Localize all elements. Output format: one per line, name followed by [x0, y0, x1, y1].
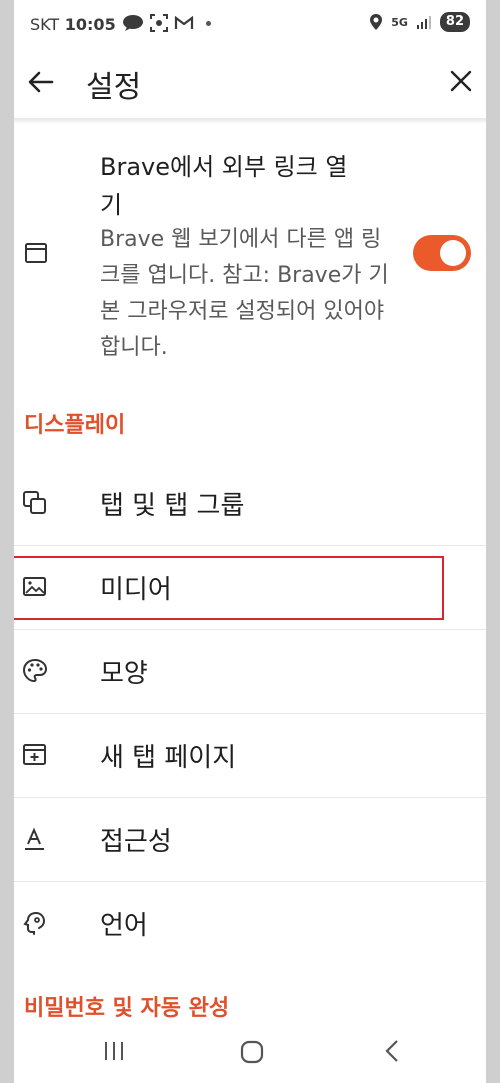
- app-bar-shadow: [14, 118, 486, 124]
- settings-item-accessibility[interactable]: 접근성: [14, 798, 486, 882]
- status-bar: SKT 10:05 5G 82: [14, 0, 486, 52]
- clock: 10:05: [64, 15, 116, 34]
- screenshot-icon: [150, 14, 168, 32]
- settings-screen: SKT 10:05 5G 82 설정 Brave에서 외부 링크 열기 Brav…: [14, 0, 486, 1083]
- more-notifications-dot: [206, 20, 211, 26]
- page-title: 설정: [86, 70, 142, 105]
- close-icon[interactable]: [446, 66, 476, 96]
- preference-summary: Brave 웹 보기에서 다른 앱 링크를 엽니다. 참고: Brave가 기본…: [100, 227, 389, 360]
- settings-item-languages[interactable]: 언어: [14, 882, 486, 966]
- media-item-highlight: [14, 556, 444, 620]
- settings-item-new-tab-page[interactable]: 새 탭 페이지: [14, 714, 486, 798]
- settings-item-label: 언어: [100, 911, 148, 941]
- app-bar: 설정: [14, 52, 486, 114]
- home-icon[interactable]: [240, 1040, 264, 1064]
- settings-item-label: 새 탭 페이지: [100, 743, 237, 773]
- signal-icon: [416, 16, 431, 29]
- chat-bubble-icon: [123, 15, 143, 31]
- carrier-label: SKT: [30, 15, 60, 34]
- toggle-knob: [440, 240, 466, 266]
- recent-apps-icon[interactable]: [102, 1040, 126, 1062]
- tabs-icon: [23, 491, 46, 514]
- notification-icons: [122, 14, 211, 32]
- text-format-icon: [25, 827, 44, 850]
- back-nav-icon[interactable]: [382, 1038, 402, 1064]
- network-type: 5G: [391, 15, 408, 29]
- preference-title: Brave에서 외부 링크 열기: [100, 153, 348, 219]
- palette-icon: [22, 658, 48, 683]
- settings-item-label: 접근성: [100, 827, 172, 857]
- system-nav-bar: [14, 1018, 486, 1083]
- browser-window-icon: [25, 243, 47, 263]
- status-carrier: SKT 10:05: [30, 15, 116, 34]
- settings-item-appearance[interactable]: 모양: [14, 630, 486, 714]
- mail-icon: [174, 15, 194, 29]
- external-links-toggle[interactable]: [413, 235, 471, 271]
- settings-item-label: 모양: [100, 659, 148, 689]
- location-icon: [370, 14, 383, 30]
- settings-item-tabs[interactable]: 탭 및 탭 그룹: [14, 462, 486, 546]
- display-section-header: 디스플레이: [24, 413, 126, 438]
- system-icons: 5G 82: [369, 12, 470, 32]
- arrow-left-icon[interactable]: [26, 67, 56, 97]
- language-icon: [23, 912, 46, 935]
- open-external-links-preference[interactable]: Brave에서 외부 링크 열기 Brave 웹 보기에서 다른 앱 링크를 엽…: [14, 140, 486, 370]
- settings-item-label: 탭 및 탭 그룹: [100, 491, 245, 521]
- battery-indicator: 82: [439, 12, 470, 32]
- new-tab-icon: [23, 744, 46, 765]
